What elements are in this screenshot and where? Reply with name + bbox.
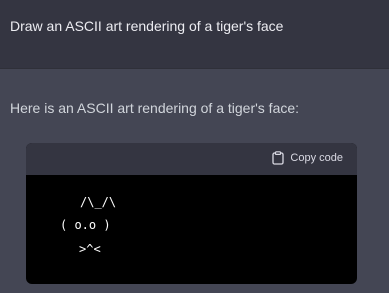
clipboard-icon [272, 151, 285, 165]
user-message-text: Draw an ASCII art rendering of a tiger's… [10, 18, 284, 34]
user-message: Draw an ASCII art rendering of a tiger's… [0, 0, 389, 69]
code-line: >^< [79, 242, 101, 256]
code-block-header: Copy code [26, 143, 357, 175]
copy-code-label: Copy code [290, 152, 343, 164]
assistant-message-text: Here is an ASCII art rendering of a tige… [10, 100, 300, 116]
chat-page: Draw an ASCII art rendering of a tiger's… [0, 0, 389, 293]
code-line: ( o.o ) [60, 218, 111, 232]
copy-code-button[interactable]: Copy code [272, 151, 343, 165]
code-block: Copy code /\_/\ ( o.o ) >^< [26, 143, 357, 284]
code-block-body: /\_/\ ( o.o ) >^< [26, 175, 357, 256]
code-line: /\_/\ [80, 195, 117, 209]
